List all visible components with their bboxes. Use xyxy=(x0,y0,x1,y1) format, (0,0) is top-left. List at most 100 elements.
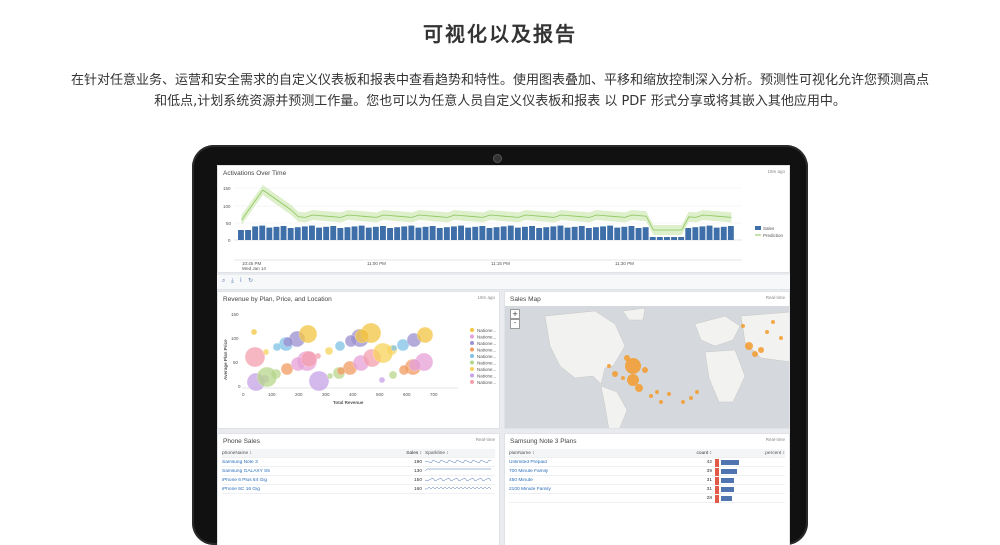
legend-label: Natione... xyxy=(477,348,496,353)
map-sale-marker[interactable] xyxy=(607,364,611,368)
map-sale-marker[interactable] xyxy=(655,390,659,394)
chart-bar xyxy=(287,228,294,240)
chart-bar xyxy=(245,230,251,240)
map-sale-marker[interactable] xyxy=(765,330,769,334)
chart-bar xyxy=(720,226,727,240)
table-row[interactable]: 28 xyxy=(509,494,785,503)
bubble-chart[interactable]: 150 100 50 0 Average Plan Price 0 100 20… xyxy=(218,292,500,429)
chart-bar xyxy=(451,226,457,240)
map-sale-marker[interactable] xyxy=(635,384,643,392)
plan-name-cell[interactable]: 450 Minute xyxy=(509,478,686,483)
chart-bar xyxy=(443,227,450,240)
map-sale-marker[interactable] xyxy=(741,324,745,328)
download-icon[interactable]: ⤓ xyxy=(231,277,234,285)
map-zoom-out-button[interactable]: - xyxy=(510,319,520,329)
map-sale-marker[interactable] xyxy=(779,336,783,340)
table-row[interactable]: Unlimited Prepaid 42 xyxy=(509,458,785,467)
column-header[interactable]: Sales ↕ xyxy=(396,451,425,456)
map-sale-marker[interactable] xyxy=(667,392,671,396)
map-sale-marker[interactable] xyxy=(689,396,693,400)
map-sale-marker[interactable] xyxy=(621,376,625,380)
map-sale-marker[interactable] xyxy=(627,374,639,386)
table-row[interactable]: 450 Minute 31 xyxy=(509,476,785,485)
table-row[interactable]: 700 Minute Family 39 xyxy=(509,467,785,476)
column-header[interactable]: planName ↕ xyxy=(509,451,686,456)
map-sale-marker[interactable] xyxy=(624,355,630,361)
percent-bar-cell xyxy=(715,459,785,467)
table-header: phoneName ↕ Sales ↕ Sparkline ↕ xyxy=(222,449,495,458)
map-sale-marker[interactable] xyxy=(681,400,685,404)
phone-name-cell[interactable]: Samsung Note 3 xyxy=(222,460,396,465)
table-row[interactable]: 2100 Minute Family 31 xyxy=(509,485,785,494)
y-axis-label: Average Plan Price xyxy=(223,339,228,380)
count-bar xyxy=(715,495,719,503)
page-title: 可视化以及报告 xyxy=(423,22,577,46)
map-sale-marker[interactable] xyxy=(612,371,618,377)
sparkline xyxy=(425,486,492,490)
table-row[interactable]: Samsung Note 3 190 xyxy=(222,458,495,467)
count-cell: 31 xyxy=(706,486,712,492)
legend-swatch xyxy=(470,380,474,384)
phone-name-cell[interactable]: iPhone 5C 16 Gig xyxy=(222,487,396,492)
zoom-icon[interactable]: ⌕ xyxy=(222,277,225,285)
bubble-point xyxy=(334,340,346,352)
bubble-point xyxy=(336,366,346,376)
percent-bar xyxy=(721,469,737,474)
chart-bar xyxy=(656,237,663,240)
table-row[interactable]: Samsung GALAXY S5 130 xyxy=(222,467,495,476)
refresh-icon[interactable]: ↻ xyxy=(248,277,253,284)
legend-label: Natione... xyxy=(477,361,496,366)
map-sale-marker[interactable] xyxy=(745,342,753,350)
phone-name-cell[interactable]: Samsung GALAXY S5 xyxy=(222,469,396,474)
map-zoom-in-button[interactable]: + xyxy=(510,309,520,319)
column-header[interactable]: percent ↕ xyxy=(715,451,785,456)
map-sale-marker[interactable] xyxy=(771,320,775,324)
plan-name-cell[interactable]: 700 Minute Family xyxy=(509,469,686,474)
map-sale-marker[interactable] xyxy=(758,347,764,353)
column-header[interactable]: count ↕ xyxy=(686,451,715,456)
column-header[interactable]: Sparkline ↕ xyxy=(425,451,495,456)
chart-bar xyxy=(465,227,472,240)
sparkline xyxy=(424,468,491,472)
plan-name-cell[interactable]: Unlimited Prepaid xyxy=(509,460,686,465)
chart-bar xyxy=(372,226,379,240)
table-row[interactable]: iPhone 5C 16 Gig 160 xyxy=(222,485,495,494)
note3-plans-panel: Samsung Note 3 Plans Real-time planName … xyxy=(504,433,790,545)
column-header[interactable]: phoneName ↕ xyxy=(222,451,396,456)
map-sale-marker[interactable] xyxy=(649,394,653,398)
legend-label: Natione... xyxy=(477,380,496,385)
activations-chart[interactable]: 150 100 50 0 Sales Prediction 10:45 PM W… xyxy=(218,166,790,273)
map-sale-marker[interactable] xyxy=(659,400,663,404)
chart-bar xyxy=(685,228,692,240)
count-cell: 39 xyxy=(706,468,712,474)
svg-text:700: 700 xyxy=(430,392,438,397)
map-sale-marker[interactable] xyxy=(752,351,758,357)
chart-bar xyxy=(529,226,535,240)
chart-bar xyxy=(522,226,528,240)
chart-bar xyxy=(309,225,315,240)
chart-bar xyxy=(458,225,464,240)
info-icon[interactable]: ⅰ xyxy=(240,277,242,284)
legend-swatch xyxy=(470,360,474,365)
map-canvas[interactable]: + - xyxy=(505,306,789,428)
table-row[interactable]: iPhone 6 Plus 64 Gig 150 xyxy=(222,476,495,485)
chart-bar xyxy=(607,225,614,240)
plans-table: planName ↕ count ↕ percent ↕ Unlimited P… xyxy=(509,449,785,503)
bubble-point xyxy=(250,328,258,336)
bubble-point xyxy=(326,372,334,380)
chart-bar xyxy=(380,226,386,240)
table-header: planName ↕ count ↕ percent ↕ xyxy=(509,449,785,458)
map-sale-marker[interactable] xyxy=(695,390,699,394)
map-sale-marker[interactable] xyxy=(642,367,648,373)
percent-bar xyxy=(721,478,734,483)
svg-text:100: 100 xyxy=(223,204,231,209)
chart-bar xyxy=(387,228,393,240)
chart-bar xyxy=(273,226,280,240)
legend-label: Natione... xyxy=(477,328,496,333)
phone-name-cell[interactable]: iPhone 6 Plus 64 Gig xyxy=(222,478,396,483)
bubble-point xyxy=(354,328,370,344)
sales-cell: 160 xyxy=(413,486,422,492)
chart-bar xyxy=(238,230,244,240)
plan-name-cell[interactable]: 2100 Minute Family xyxy=(509,487,686,492)
chart-bar xyxy=(472,226,479,240)
